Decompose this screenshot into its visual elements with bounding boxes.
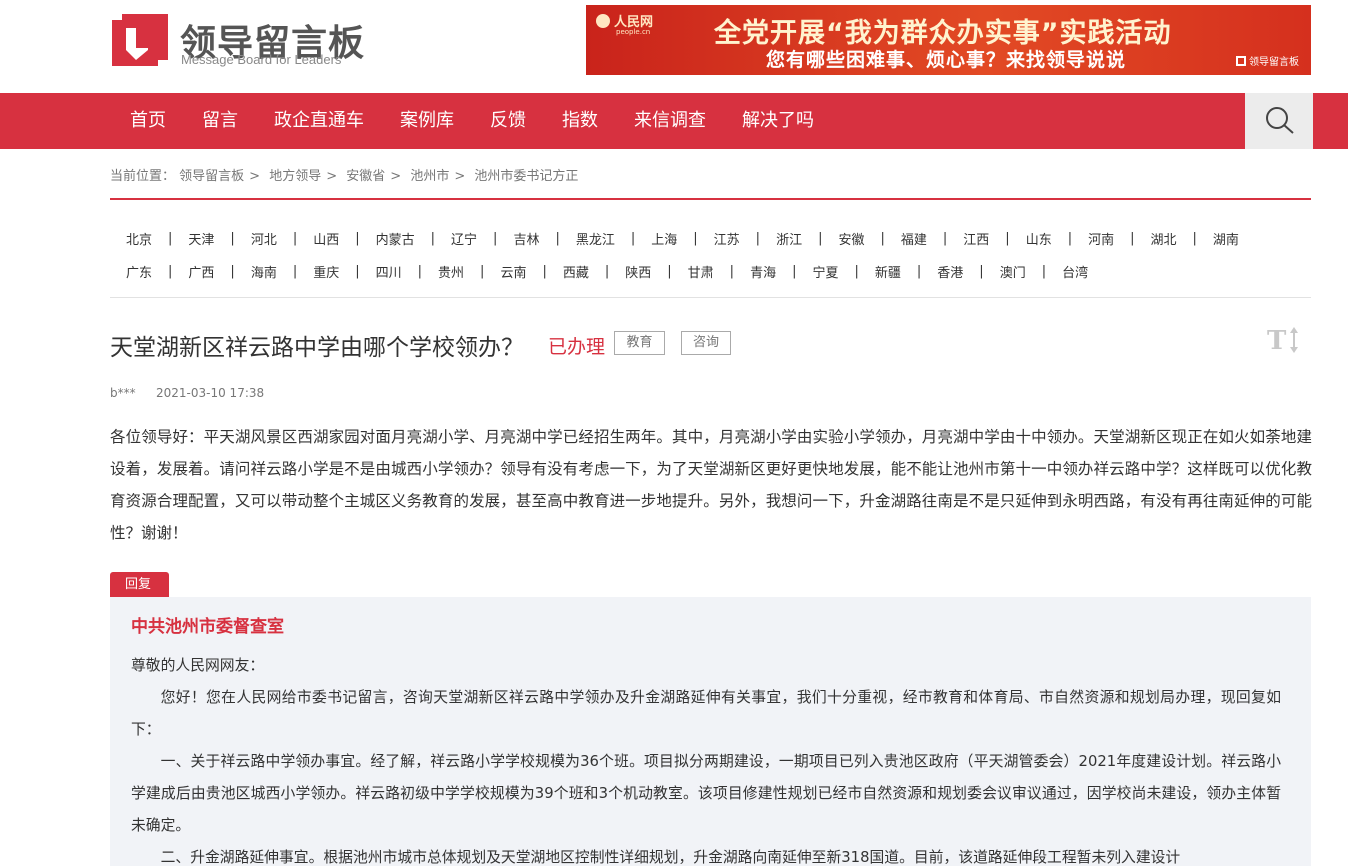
tag-education[interactable]: 教育: [614, 331, 665, 355]
region-link[interactable]: 云南: [484, 262, 542, 281]
nav-item-solved[interactable]: 解决了吗: [724, 93, 832, 149]
svg-text:T: T: [1267, 326, 1287, 356]
logo-subtitle: Message Board for Leaders: [181, 52, 342, 67]
breadcrumb-item[interactable]: 池州市委书记方正: [474, 169, 578, 184]
breadcrumb: 当前位置： 领导留言板 > 地方领导 > 安徽省 > 池州市 > 池州市委书记方正: [110, 169, 579, 184]
nav-item-index[interactable]: 指数: [544, 93, 616, 149]
breadcrumb-item[interactable]: 池州市: [410, 169, 449, 184]
banner-source-logo: 人民网 people.cn: [596, 11, 653, 36]
post-title: 天堂湖新区祥云路中学由哪个学校领办？: [110, 335, 524, 361]
region-link[interactable]: 青海: [734, 262, 792, 281]
nav-item-survey[interactable]: 来信调查: [616, 93, 724, 149]
reply-org: 中共池州市委督查室: [131, 617, 284, 637]
site-logo[interactable]: 领导留言板 Message Board for Leaders: [112, 12, 382, 72]
reply-paragraph: 一、关于祥云路中学领办事宜。经了解，祥云路小学学校规模为36个班。项目拟分两期建…: [131, 753, 1281, 834]
reply-paragraph: 二、升金湖路延伸事宜。根据池州市城市总体规划及天堂湖地区控制性详细规划，升金湖路…: [160, 849, 1181, 866]
post-date: 2021-03-10 17:38: [156, 386, 265, 400]
reply-paragraph: 您好！您在人民网给市委书记留言，咨询天堂湖新区祥云路中学领办及升金湖路延伸有关事…: [131, 689, 1281, 738]
region-link[interactable]: 江西: [947, 229, 1005, 248]
region-link[interactable]: 内蒙古: [360, 229, 431, 248]
region-link[interactable]: 重庆: [297, 262, 355, 281]
region-link[interactable]: 海南: [235, 262, 293, 281]
divider: [110, 198, 1311, 200]
region-link[interactable]: 澳门: [984, 262, 1042, 281]
nav-item-messages[interactable]: 留言: [184, 93, 256, 149]
font-size-icon: T: [1267, 326, 1298, 356]
region-link[interactable]: 湖南: [1197, 229, 1255, 248]
region-link[interactable]: 香港: [921, 262, 979, 281]
region-link[interactable]: 安徽: [822, 229, 880, 248]
corner-logo-icon: [1236, 56, 1246, 66]
region-link[interactable]: 陕西: [609, 262, 667, 281]
reply-panel: 中共池州市委督查室 尊敬的人民网网友： 您好！您在人民网给市委书记留言，咨询天堂…: [110, 597, 1311, 866]
region-link[interactable]: 江苏: [698, 229, 756, 248]
region-link[interactable]: 贵州: [422, 262, 480, 281]
region-link[interactable]: 北京: [110, 229, 168, 248]
nav-item-feedback[interactable]: 反馈: [472, 93, 544, 149]
breadcrumb-item[interactable]: 领导留言板: [179, 169, 244, 184]
breadcrumb-item[interactable]: 安徽省: [346, 169, 385, 184]
region-link[interactable]: 四川: [360, 262, 418, 281]
reply-text: 尊敬的人民网网友： 您好！您在人民网给市委书记留言，咨询天堂湖新区祥云路中学领办…: [131, 650, 1281, 866]
nav-items: 首页 留言 政企直通车 案例库 反馈 指数 来信调查 解决了吗: [112, 93, 832, 149]
region-link[interactable]: 甘肃: [672, 262, 730, 281]
search-button[interactable]: [1245, 93, 1313, 149]
region-link[interactable]: 广西: [172, 262, 230, 281]
main-nav: 首页 留言 政企直通车 案例库 反馈 指数 来信调查 解决了吗: [0, 93, 1348, 149]
banner-subline: 您有哪些困难事、烦心事？来找领导说说: [766, 49, 1127, 71]
status-badge: 已办理: [548, 336, 606, 358]
region-link[interactable]: 山西: [297, 229, 355, 248]
region-link[interactable]: 浙江: [760, 229, 818, 248]
region-link[interactable]: 新疆: [859, 262, 917, 281]
nav-item-home[interactable]: 首页: [112, 93, 184, 149]
region-link[interactable]: 山东: [1010, 229, 1068, 248]
people-logo-icon: [596, 14, 610, 28]
region-link[interactable]: 河南: [1072, 229, 1130, 248]
breadcrumb-item[interactable]: 地方领导: [269, 169, 321, 184]
logo-mark-icon: [112, 14, 168, 66]
reply-label: 回复: [110, 572, 169, 598]
region-link[interactable]: 河北: [235, 229, 293, 248]
site-header: 领导留言板 Message Board for Leaders 人民网 peop…: [0, 0, 1348, 93]
tag-consult[interactable]: 咨询: [681, 331, 731, 355]
post-body: 各位领导好：平天湖风景区西湖家园对面月亮湖小学、月亮湖中学已经招生两年。其中，月…: [110, 428, 1312, 542]
breadcrumb-prefix: 当前位置：: [110, 169, 176, 184]
region-link[interactable]: 吉林: [497, 229, 555, 248]
region-link[interactable]: 西藏: [547, 262, 605, 281]
region-link[interactable]: 辽宁: [435, 229, 493, 248]
region-link[interactable]: 广东: [110, 262, 168, 281]
font-size-toggle[interactable]: T: [1266, 324, 1302, 356]
divider: [110, 297, 1311, 298]
nav-item-enterprise[interactable]: 政企直通车: [256, 93, 382, 149]
region-link[interactable]: 黑龙江: [560, 229, 631, 248]
region-row: 北京 | 天津 | 河北 | 山西 | 内蒙古 | 辽宁 | 吉林 | 黑龙江 | 上海 | 江苏 | 浙江 | 安徽 | 福建…: [110, 222, 1311, 255]
region-list: 北京 | 天津 | 河北 | 山西 | 内蒙古 | 辽宁 | 吉林 | 黑龙江 | 上海 | 江苏 | 浙江 | 安徽 | 福建…: [110, 222, 1311, 288]
region-link[interactable]: 台湾: [1046, 262, 1104, 281]
search-icon: [1266, 107, 1294, 134]
region-link[interactable]: 湖北: [1135, 229, 1193, 248]
region-link[interactable]: 上海: [635, 229, 693, 248]
region-link[interactable]: 天津: [172, 229, 230, 248]
region-link[interactable]: 宁夏: [796, 262, 854, 281]
region-row: 广东 | 广西 | 海南 | 重庆 | 四川 | 贵州 | 云南 | 西藏 | 陕西 | 甘肃 | 青海 | 宁夏 | 新疆 | 香…: [110, 255, 1311, 288]
post-author: b***: [110, 386, 136, 400]
nav-item-cases[interactable]: 案例库: [382, 93, 472, 149]
campaign-banner[interactable]: 人民网 people.cn 全党开展“我为群众办实事”实践活动 您有哪些困难事、…: [586, 5, 1311, 75]
banner-corner-logo: 领导留言板: [1236, 53, 1299, 68]
reply-greeting: 尊敬的人民网网友：: [131, 657, 265, 674]
region-link[interactable]: 福建: [885, 229, 943, 248]
